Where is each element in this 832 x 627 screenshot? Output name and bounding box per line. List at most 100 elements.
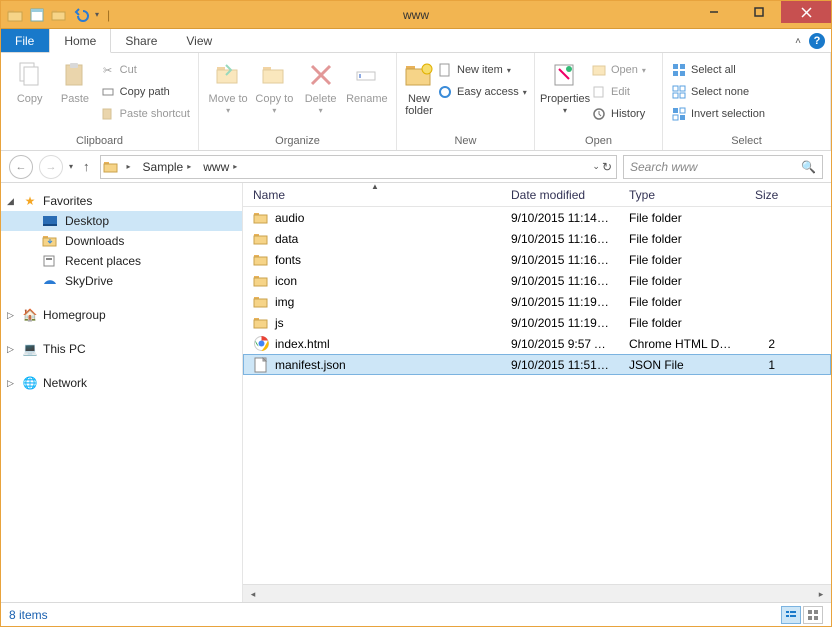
cut-icon: ✂ [100, 62, 116, 78]
file-row[interactable]: index.html9/10/2015 9:57 AMChrome HTML D… [243, 333, 831, 354]
col-name[interactable]: Name▲ [243, 183, 501, 206]
history-button[interactable]: History [589, 103, 648, 125]
nav-network[interactable]: ▷🌐Network [1, 373, 242, 393]
nav-forward-button[interactable]: → [39, 155, 63, 179]
nav-back-button[interactable]: ← [9, 155, 33, 179]
properties-icon [549, 59, 581, 91]
homegroup-icon: 🏠 [21, 307, 39, 323]
copy-to-button[interactable]: Copy to▾ [251, 57, 297, 116]
edit-button[interactable]: Edit [589, 81, 648, 103]
folder-icon [253, 252, 269, 268]
col-date[interactable]: Date modified [501, 183, 619, 206]
ribbon-tabs: File Home Share View ˄ ? [1, 29, 831, 53]
qat-undo-icon[interactable] [73, 7, 89, 23]
select-all-button[interactable]: Select all [669, 59, 767, 81]
paste-shortcut-button[interactable]: Paste shortcut [98, 103, 192, 125]
view-thumbnails-button[interactable] [803, 606, 823, 624]
file-list: Name▲ Date modified Type Size audio9/10/… [243, 183, 831, 602]
nav-fav-recent-places[interactable]: Recent places [1, 251, 242, 271]
view-details-button[interactable] [781, 606, 801, 624]
nav-favorites[interactable]: ◢★Favorites [1, 191, 242, 211]
qat-properties-icon[interactable] [29, 7, 45, 23]
close-button[interactable] [781, 1, 831, 23]
ribbon-collapse-icon[interactable]: ˄ [795, 36, 801, 47]
properties-button[interactable]: Properties▾ [541, 57, 589, 116]
scroll-left-icon[interactable]: ◂ [245, 587, 261, 601]
explorer-window: ▾ | www File Home Share View ˄ ? Copy [0, 0, 832, 627]
address-bar-row: ← → ▾ ↑ ▸ Sample▸ www▸ ⌄ ↻ Search www 🔍 [1, 151, 831, 183]
qat-dropdown[interactable]: ▾ [95, 10, 99, 19]
organize-group-label: Organize [199, 133, 396, 150]
easy-access-button[interactable]: Easy access▾ [435, 81, 529, 103]
address-dropdown-icon[interactable]: ⌄ [592, 161, 600, 172]
file-row[interactable]: js9/10/2015 11:19 AMFile folder [243, 312, 831, 333]
tab-file[interactable]: File [1, 29, 49, 52]
file-row[interactable]: audio9/10/2015 11:14 AMFile folder [243, 207, 831, 228]
nav-homegroup[interactable]: ▷🏠Homegroup [1, 305, 242, 325]
nav-fav-skydrive[interactable]: SkyDrive [1, 271, 242, 291]
open-button[interactable]: Open▾ [589, 59, 648, 81]
folder-icon [253, 294, 269, 310]
maximize-button[interactable] [736, 1, 781, 23]
copy-to-icon [258, 59, 290, 91]
new-group-label: New [397, 133, 534, 150]
nav-fav-desktop[interactable]: Desktop [1, 211, 242, 231]
cut-button[interactable]: ✂Cut [98, 59, 192, 81]
move-to-button[interactable]: Move to▾ [205, 57, 251, 116]
refresh-icon[interactable]: ↻ [602, 160, 612, 174]
new-item-button[interactable]: New item▾ [435, 59, 529, 81]
tab-view[interactable]: View [172, 29, 227, 52]
clipboard-group-label: Clipboard [1, 133, 198, 150]
rename-icon [351, 59, 383, 91]
select-all-icon [671, 62, 687, 78]
column-headers: Name▲ Date modified Type Size [243, 183, 831, 207]
nav-pane[interactable]: ◢★Favorites DesktopDownloadsRecent place… [1, 183, 243, 602]
paste-button[interactable]: Paste [52, 57, 97, 105]
move-to-icon [212, 59, 244, 91]
select-none-icon [671, 84, 687, 100]
file-row[interactable]: fonts9/10/2015 11:16 AMFile folder [243, 249, 831, 270]
crumb-sample[interactable]: Sample▸ [137, 156, 198, 178]
quick-access-toolbar: ▾ | [1, 7, 118, 23]
new-item-icon [437, 62, 453, 78]
nav-this-pc[interactable]: ▷💻This PC [1, 339, 242, 359]
nav-history-dropdown[interactable]: ▾ [69, 162, 73, 171]
file-row[interactable]: img9/10/2015 11:19 AMFile folder [243, 291, 831, 312]
fav-icon [41, 273, 59, 289]
minimize-button[interactable] [691, 1, 736, 23]
fav-icon [41, 253, 59, 269]
scroll-right-icon[interactable]: ▸ [813, 587, 829, 601]
new-folder-button[interactable]: New folder [403, 57, 435, 117]
tab-share[interactable]: Share [111, 29, 172, 52]
file-row[interactable]: data9/10/2015 11:16 AMFile folder [243, 228, 831, 249]
col-type[interactable]: Type [619, 183, 745, 206]
nav-fav-downloads[interactable]: Downloads [1, 231, 242, 251]
select-none-button[interactable]: Select none [669, 81, 767, 103]
qat-newfolder-icon[interactable] [51, 7, 67, 23]
chrome-icon [253, 336, 269, 352]
breadcrumb-bar[interactable]: ▸ Sample▸ www▸ ⌄ ↻ [100, 155, 617, 179]
json-icon [253, 357, 269, 373]
select-group-label: Select [663, 133, 830, 150]
network-icon: 🌐 [21, 375, 39, 391]
search-box[interactable]: Search www 🔍 [623, 155, 823, 179]
copy-button[interactable]: Copy [7, 57, 52, 105]
fav-icon [41, 213, 59, 229]
nav-up-button[interactable]: ↑ [79, 159, 94, 174]
col-size[interactable]: Size [745, 183, 785, 206]
horizontal-scrollbar[interactable]: ◂ ▸ [243, 584, 831, 602]
folder-icon [253, 273, 269, 289]
rename-button[interactable]: Rename [344, 57, 390, 105]
invert-selection-button[interactable]: Invert selection [669, 103, 767, 125]
help-icon[interactable]: ? [809, 33, 825, 49]
title-bar: ▾ | www [1, 1, 831, 29]
edit-icon [591, 84, 607, 100]
file-row[interactable]: manifest.json9/10/2015 11:51 AMJSON File… [243, 354, 831, 375]
crumb-www[interactable]: www▸ [197, 156, 243, 178]
tab-home[interactable]: Home [49, 29, 111, 53]
folder-icon [253, 210, 269, 226]
delete-button[interactable]: Delete▾ [298, 57, 344, 116]
file-row[interactable]: icon9/10/2015 11:16 AMFile folder [243, 270, 831, 291]
copy-path-button[interactable]: Copy path [98, 81, 192, 103]
delete-icon [305, 59, 337, 91]
